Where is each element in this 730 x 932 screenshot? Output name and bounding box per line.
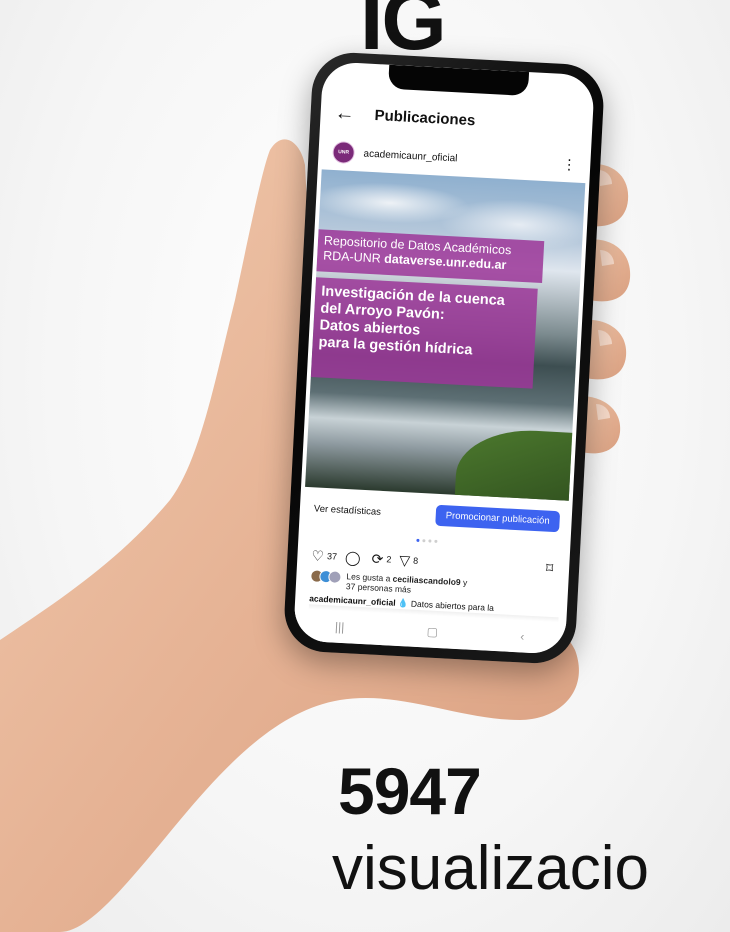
post-actions: Ver estadísticas Promocionar publicación <box>299 493 572 537</box>
likes-text: Les gusta a ceciliascandolo9 y 37 person… <box>345 571 468 595</box>
phone-screen: ← Publicaciones UNR academicaunr_oficial… <box>293 61 595 655</box>
image-band-headline: Investigación de la cuenca del Arroyo Pa… <box>310 277 538 389</box>
post-image[interactable]: Repositorio de Datos Académicos RDA-UNR … <box>305 169 586 501</box>
reposts-count: 2 <box>386 554 392 565</box>
carousel-dot <box>428 539 432 543</box>
phone-frame: ← Publicaciones UNR academicaunr_oficial… <box>282 50 606 666</box>
back-arrow-icon[interactable]: ← <box>334 102 357 125</box>
carousel-dots <box>416 538 438 543</box>
promote-button[interactable]: Promocionar publicación <box>435 504 561 532</box>
likes-count: 37 <box>326 551 338 562</box>
page-title: Publicaciones <box>374 106 476 129</box>
share-icon[interactable]: ▽ <box>399 552 411 569</box>
app-bar: ← Publicaciones <box>320 97 593 141</box>
liker-avatar <box>328 570 342 584</box>
carousel-dot-active <box>416 538 420 542</box>
back-nav-icon[interactable]: ‹ <box>520 629 525 643</box>
heart-icon[interactable]: ♡ <box>311 547 324 564</box>
repost-icon[interactable]: ⟳ <box>371 550 384 567</box>
bookmark-icon[interactable]: ⌑ <box>546 560 554 576</box>
shares-count: 8 <box>412 555 419 566</box>
avatar[interactable]: UNR <box>332 140 356 165</box>
phone-notch <box>388 64 530 97</box>
carousel-dot <box>434 539 438 543</box>
views-number: 5947 <box>338 754 482 828</box>
view-stats-button[interactable]: Ver estadísticas <box>314 503 382 517</box>
carousel-dot <box>422 539 426 543</box>
username[interactable]: academicaunr_oficial <box>363 148 457 164</box>
more-options-icon[interactable]: ⋮ <box>562 156 577 173</box>
views-label: visualizacio <box>332 834 650 903</box>
home-icon[interactable]: ▢ <box>426 624 438 639</box>
comment-icon[interactable]: ◯ <box>345 549 361 566</box>
riverbank <box>454 426 586 501</box>
avatar-text: UNR <box>338 149 350 156</box>
recent-apps-icon[interactable]: ||| <box>335 620 345 634</box>
